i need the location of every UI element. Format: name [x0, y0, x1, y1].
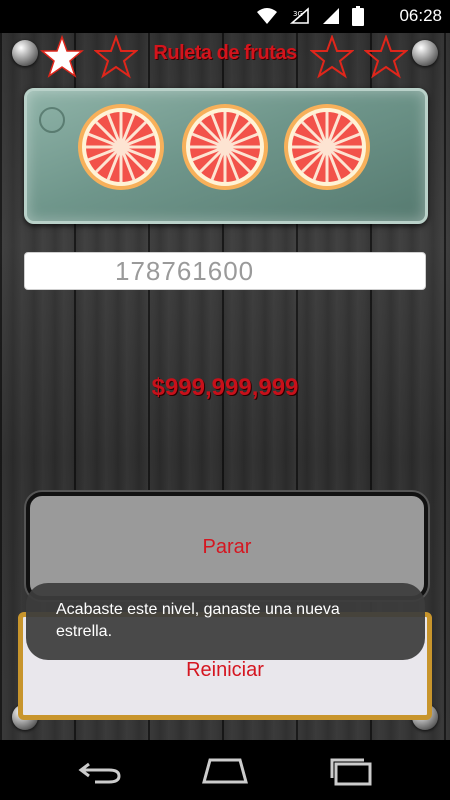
status-icons: 3G — [256, 6, 364, 26]
restart-button-label: Reiniciar — [186, 659, 264, 681]
status-time: 06:28 — [399, 6, 442, 25]
home-icon[interactable] — [200, 756, 250, 786]
toast-message: Acabaste este nivel, ganaste una nueva e… — [26, 583, 425, 660]
cell-signal-icon — [323, 8, 339, 24]
signal-3g-icon: 3G — [290, 7, 309, 24]
star-icon-empty — [310, 35, 354, 79]
counter-field: 178761600 — [24, 252, 426, 290]
nav-bar — [0, 740, 450, 800]
star-icon-empty — [364, 35, 408, 79]
money-amount: $999,999,999 — [151, 374, 299, 401]
swirl-decoration — [39, 107, 65, 133]
recent-apps-icon[interactable] — [326, 756, 376, 786]
stop-button-label: Parar — [202, 536, 252, 558]
bolt-top-left — [12, 40, 38, 66]
grapefruit-slice-icon — [76, 102, 166, 192]
bolt-top-right — [412, 40, 438, 66]
back-icon[interactable] — [75, 756, 125, 786]
star-icon-filled — [40, 35, 84, 79]
page-title: Ruleta de frutas — [153, 42, 297, 64]
battery-icon — [352, 6, 364, 26]
star-icon-empty — [94, 35, 138, 79]
grapefruit-slice-icon — [180, 102, 270, 192]
status-bar: 3G 06:28 — [0, 0, 450, 33]
grapefruit-slice-icon — [282, 102, 372, 192]
wifi-icon — [257, 8, 277, 24]
svg-text:3G: 3G — [293, 10, 303, 18]
